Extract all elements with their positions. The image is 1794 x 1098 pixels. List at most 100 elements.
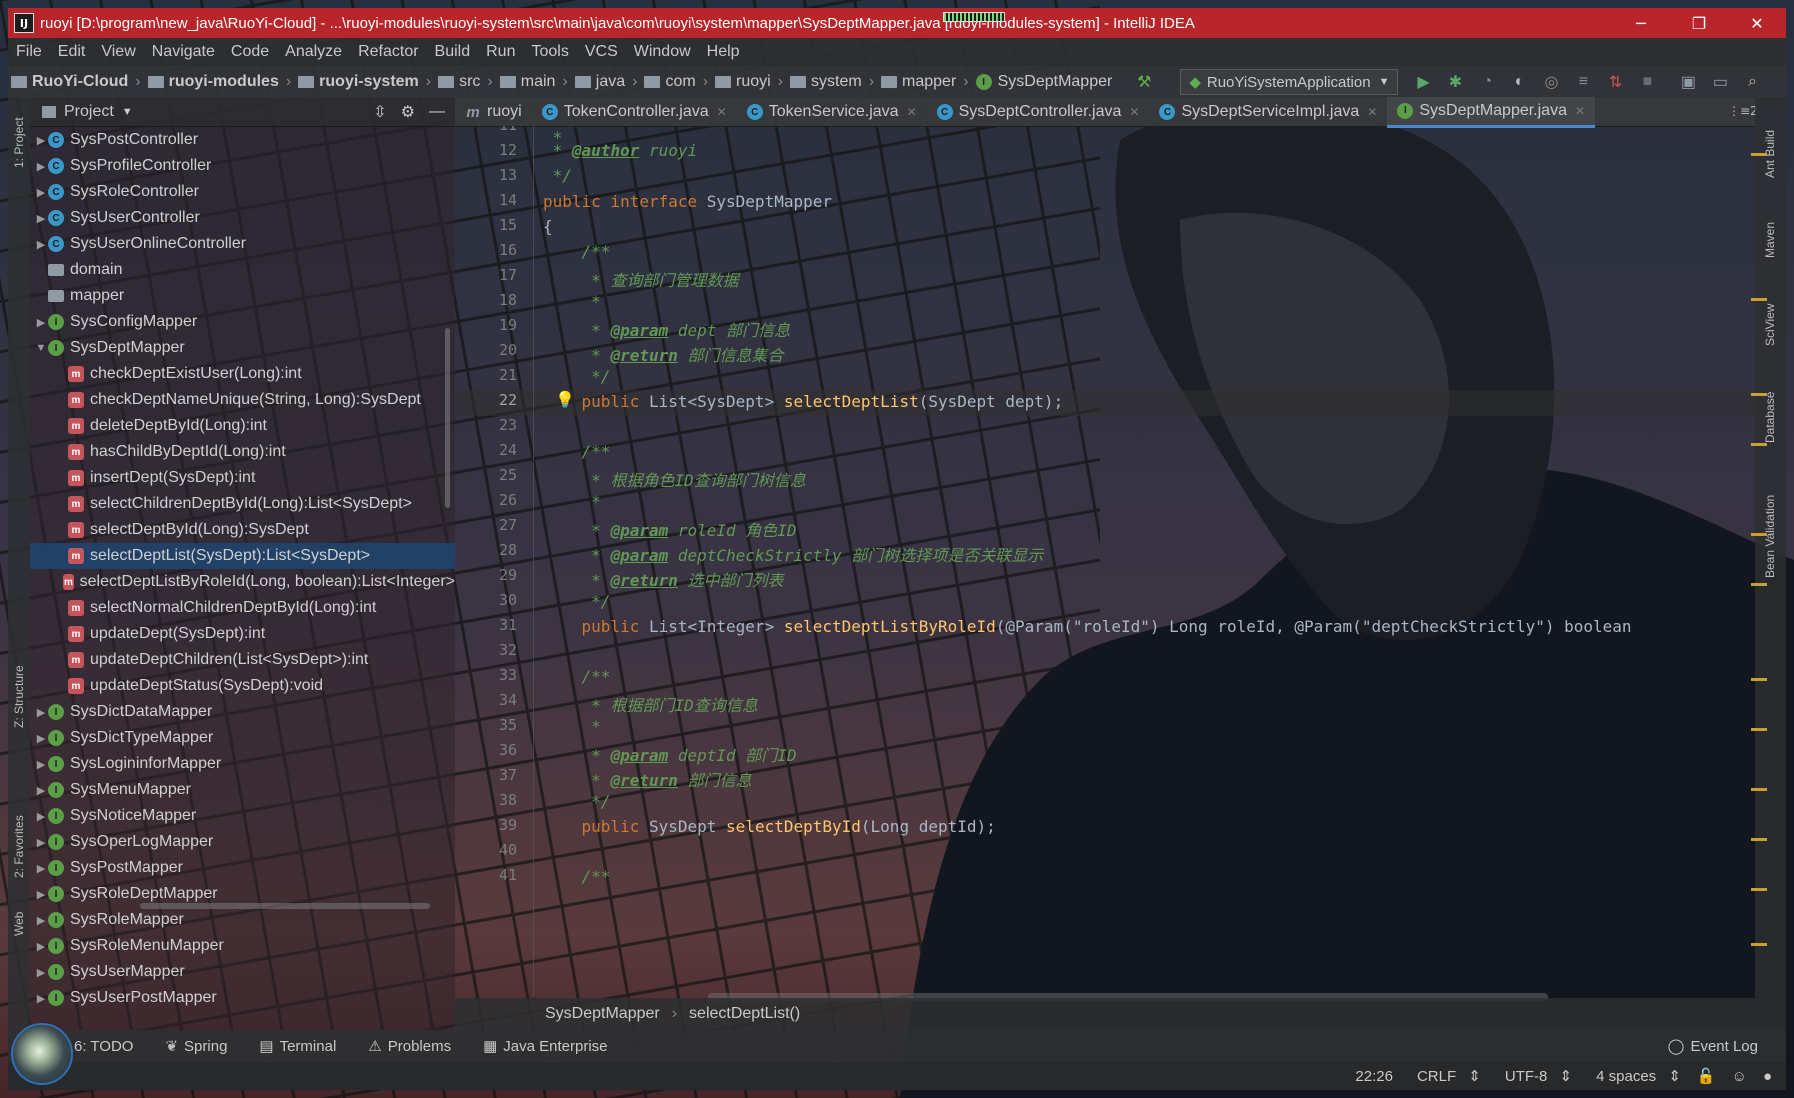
editor-tab[interactable]: m ruoyi — [455, 98, 532, 126]
line-number[interactable]: 37 — [455, 766, 517, 784]
tree-item[interactable]: m deleteDeptById(Long):int — [30, 413, 455, 439]
run-configuration-select[interactable]: ◆ RuoYiSystemApplication ▼ — [1180, 69, 1399, 95]
event-log-button[interactable]: ◯ Event Log — [1652, 1037, 1774, 1056]
tree-item[interactable]: m selectNormalChildrenDeptById(Long):int — [30, 595, 455, 621]
chevron-right-icon[interactable]: ▶ — [34, 914, 48, 927]
line-number[interactable]: 15 — [455, 216, 517, 234]
tree-item[interactable]: m updateDept(SysDept):int — [30, 621, 455, 647]
warning-marker[interactable] — [1751, 838, 1767, 841]
lock-icon[interactable]: 🔓 — [1689, 1067, 1724, 1085]
menu-edit[interactable]: Edit — [50, 43, 94, 61]
chevron-right-icon[interactable]: ▶ — [34, 836, 48, 849]
tree-item[interactable]: ▶ C SysUserController — [30, 205, 455, 231]
line-number[interactable]: 14 — [455, 191, 517, 209]
tree-item[interactable]: m updateDeptStatus(SysDept):void — [30, 673, 455, 699]
warning-marker[interactable] — [1751, 443, 1767, 446]
chevron-right-icon[interactable]: ▶ — [34, 810, 48, 823]
chevron-right-icon[interactable]: ▶ — [34, 966, 48, 979]
build-hammer-icon[interactable]: ⚒ — [1133, 71, 1155, 93]
collapse-all-icon[interactable]: ⇳ — [373, 102, 386, 122]
concurrency-icon[interactable]: ◎ — [1540, 71, 1562, 93]
nav-crumb-system[interactable]: ruoyi-system — [295, 73, 422, 91]
breadcrumb-class[interactable]: SysDeptMapper — [545, 1005, 660, 1023]
editor-tab[interactable]: C SysDeptController.java ✕ — [927, 98, 1150, 126]
chevron-right-icon[interactable]: ▶ — [34, 732, 48, 745]
nav-crumb-com[interactable]: com — [641, 73, 698, 91]
editor-tab[interactable]: C TokenController.java ✕ — [532, 98, 737, 126]
line-number[interactable]: 39 — [455, 816, 517, 834]
chevron-right-icon[interactable]: ▶ — [34, 888, 48, 901]
close-tab-icon[interactable]: ✕ — [1575, 104, 1585, 118]
profile-icon[interactable]: ◐ — [1508, 71, 1530, 93]
tree-item[interactable]: m selectChildrenDeptById(Long):List<SysDe… — [30, 491, 455, 517]
line-number[interactable]: 32 — [455, 641, 517, 659]
nav-crumb-modules[interactable]: ruoyi-modules — [145, 73, 282, 91]
tree-item[interactable]: m selectDeptById(Long):SysDept — [30, 517, 455, 543]
menu-analyze[interactable]: Analyze — [277, 43, 350, 61]
nav-crumb-ruoyi[interactable]: ruoyi — [712, 73, 774, 91]
warning-marker[interactable] — [1751, 728, 1767, 731]
debug-icon[interactable]: ✱ — [1444, 71, 1466, 93]
line-number[interactable]: 36 — [455, 741, 517, 759]
menu-code[interactable]: Code — [223, 43, 277, 61]
gear-icon[interactable]: ⚙ — [401, 102, 415, 122]
database-tool-button[interactable]: Database — [1763, 392, 1777, 443]
line-number[interactable]: 19 — [455, 316, 517, 334]
menu-help[interactable]: Help — [699, 43, 748, 61]
warning-marker[interactable] — [1751, 583, 1767, 586]
close-tab-icon[interactable]: ✕ — [907, 105, 917, 119]
project-structure-icon[interactable]: ▣ — [1677, 71, 1699, 93]
tree-item[interactable]: ▶ C SysPostController — [30, 127, 455, 153]
line-number[interactable]: 26 — [455, 491, 517, 509]
menu-window[interactable]: Window — [626, 43, 699, 61]
minimize-button[interactable]: ─ — [1612, 8, 1670, 38]
chevron-right-icon[interactable]: ▶ — [34, 992, 48, 1005]
nav-crumb-main[interactable]: main — [497, 73, 559, 91]
chevron-right-icon[interactable]: ▶ — [34, 758, 48, 771]
tabs-overflow-button[interactable]: ⋮≡2 — [1728, 104, 1758, 118]
chevron-right-icon[interactable]: ▶ — [34, 238, 48, 251]
chevron-right-icon[interactable]: ▶ — [34, 862, 48, 875]
spring-tool-button[interactable]: ❦ Spring — [149, 1037, 243, 1056]
warning-marker[interactable] — [1751, 888, 1767, 891]
tree-item[interactable]: m checkDeptNameUnique(String, Long):SysDe… — [30, 387, 455, 413]
stop-icon[interactable]: ■ — [1636, 71, 1658, 93]
java-enterprise-tool-button[interactable]: ▦ Java Enterprise — [467, 1037, 623, 1056]
chevron-right-icon[interactable]: ▶ — [34, 134, 48, 147]
presentation-icon[interactable]: ▭ — [1709, 71, 1731, 93]
tree-item[interactable]: ▶ I SysDictTypeMapper — [30, 725, 455, 751]
nav-crumb-mapper[interactable]: mapper — [878, 73, 959, 91]
chevron-right-icon[interactable]: ▶ — [34, 784, 48, 797]
line-number[interactable]: 35 — [455, 716, 517, 734]
nav-crumb-file[interactable]: I SysDeptMapper — [973, 73, 1116, 91]
project-tool-button[interactable]: 1: Project — [12, 117, 26, 168]
tree-item[interactable]: m updateDeptChildren(List<SysDept>):int — [30, 647, 455, 673]
tree-item[interactable]: ▶ I SysPostMapper — [30, 855, 455, 881]
coverage-icon[interactable]: ◔ — [1476, 71, 1498, 93]
tree-item[interactable]: ▶ I SysLogininforMapper — [30, 751, 455, 777]
line-number[interactable]: 22 — [455, 391, 517, 409]
tree-item[interactable]: m checkDeptExistUser(Long):int — [30, 361, 455, 387]
line-number[interactable]: 18 — [455, 291, 517, 309]
line-number[interactable]: 38 — [455, 791, 517, 809]
tree-item[interactable]: ▶ C SysUserOnlineController — [30, 231, 455, 257]
line-number[interactable]: 11 — [455, 126, 517, 134]
chevron-right-icon[interactable]: ▶ — [34, 186, 48, 199]
restore-button[interactable]: ❐ — [1670, 8, 1728, 38]
line-number[interactable]: 27 — [455, 516, 517, 534]
menu-navigate[interactable]: Navigate — [144, 43, 223, 61]
chevron-down-icon[interactable]: ▼ — [122, 106, 133, 118]
line-number[interactable]: 21 — [455, 366, 517, 384]
line-number[interactable]: 13 — [455, 166, 517, 184]
problems-tool-button[interactable]: ⚠ Problems — [352, 1037, 467, 1056]
nav-crumb-java[interactable]: java — [572, 73, 628, 91]
menu-refactor[interactable]: Refactor — [350, 43, 426, 61]
chevron-right-icon[interactable]: ▶ — [34, 706, 48, 719]
chevron-right-icon[interactable]: ▶ — [34, 160, 48, 173]
chevron-down-icon[interactable]: ▼ — [34, 342, 48, 354]
tree-item[interactable]: ▶ C SysProfileController — [30, 153, 455, 179]
editor-tab[interactable]: I SysDeptMapper.java ✕ — [1387, 96, 1596, 128]
nav-crumb-system-pkg[interactable]: system — [787, 73, 865, 91]
tree-item[interactable]: ▶ I SysRoleMenuMapper — [30, 933, 455, 959]
code-editor[interactable]: 11 12 13 14 15 16 17 18 19 20 21 22 23 24 25 26 27 28 29 30… — [455, 126, 1755, 996]
